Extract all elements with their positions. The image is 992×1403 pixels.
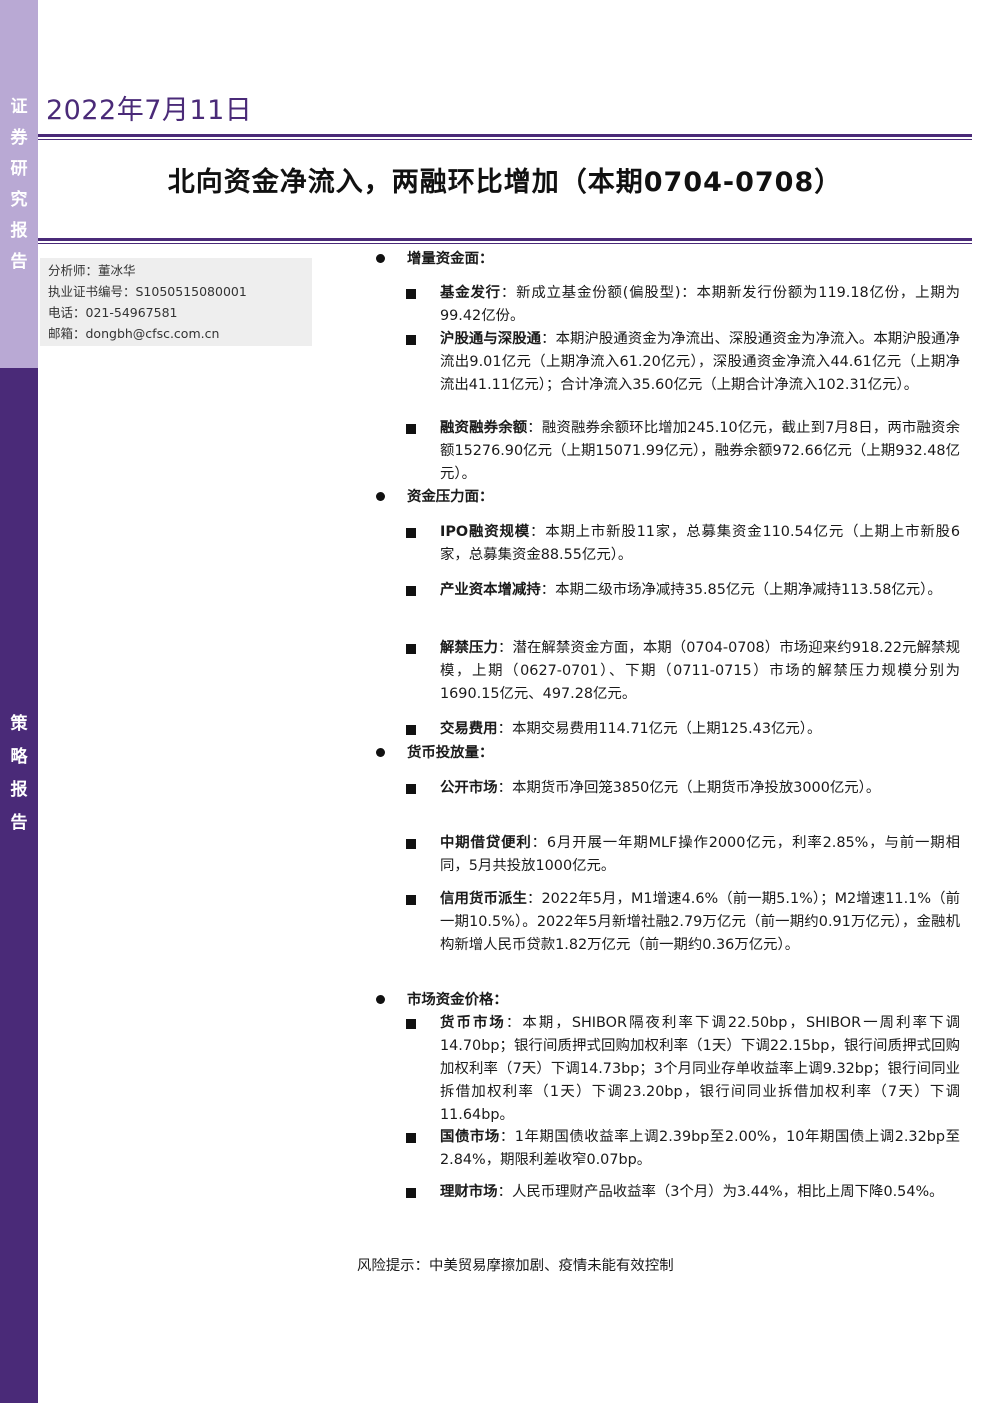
item-text: 本期，SHIBOR隔夜利率下调22.50bp，SHIBOR一周利率下调14.70… (440, 1015, 960, 1123)
sidebar-char: 略 (10, 747, 28, 767)
list-item: 沪股通与深股通：本期沪股通资金为净流出、深股通资金为净流入。本期沪股通净流出9.… (406, 328, 960, 397)
item-sep: ： (499, 1129, 515, 1145)
item-label: 基金发行 (440, 285, 501, 301)
item-sep: ： (529, 524, 546, 540)
item-label: 信用货币派生 (440, 891, 527, 907)
list-item: 产业资本增减持：本期二级市场净减持35.85亿元（上期净减持113.58亿元）。 (406, 579, 960, 602)
section-heading: 货币投放量： (370, 742, 493, 765)
item-text: 本期货币净回笼3850亿元（上期货币净投放3000亿元）。 (511, 780, 881, 796)
sidebar-char: 告 (10, 813, 28, 833)
title-divider-thin (38, 243, 972, 244)
item-sep: ： (497, 640, 513, 656)
analyst-email: 邮箱：dongbh@cfsc.com.cn (48, 326, 220, 341)
list-item: 融资融券余额：融资融券余额环比增加245.10亿元，截止到7月8日，两市融资余额… (406, 417, 960, 486)
section-heading: 市场资金价格： (370, 989, 508, 1012)
item-label: 公开市场 (440, 780, 498, 796)
round-bullet-icon (376, 491, 385, 501)
round-bullet-icon (376, 747, 385, 757)
sidebar-char: 策 (10, 714, 28, 734)
item-sep: ： (540, 582, 556, 598)
item-label: 交易费用 (440, 721, 498, 737)
section-heading: 资金压力面： (370, 486, 493, 509)
round-bullet-icon (376, 994, 385, 1004)
section-heading-text: 资金压力面： (407, 489, 494, 505)
round-bullet-icon (376, 253, 385, 263)
report-category-vertical-label: 策 略 报 告 (0, 708, 38, 840)
report-date: 2022年7月11日 (46, 95, 253, 126)
list-item: 货币市场：本期，SHIBOR隔夜利率下调22.50bp，SHIBOR一周利率下调… (406, 1012, 960, 1127)
square-bullet-icon (406, 839, 416, 849)
item-sep: ： (497, 1184, 512, 1200)
item-label: 沪股通与深股通 (440, 331, 542, 347)
section-heading-text: 市场资金价格： (407, 992, 508, 1008)
square-bullet-icon (406, 784, 416, 794)
square-bullet-icon (406, 1019, 416, 1029)
analyst-info-box: 分析师：董冰华 执业证书编号：S1050515080001 电话：021-549… (40, 258, 312, 346)
risk-warning: 风险提示：中美贸易摩擦加剧、疫情未能有效控制 (357, 1258, 674, 1274)
item-sep: ： (527, 420, 542, 436)
item-label: 理财市场 (440, 1184, 498, 1200)
sidebar-top-band: 证 券 研 究 报 告 (0, 0, 38, 368)
analyst-cert: 执业证书编号：S1050515080001 (48, 284, 247, 299)
square-bullet-icon (406, 1188, 416, 1198)
item-sep: ： (526, 891, 542, 907)
list-item: 信用货币派生：2022年5月，M1增速4.6%（前一期5.1%）；M2增速11.… (406, 888, 960, 957)
sidebar-char: 报 (10, 780, 28, 800)
item-label: 中期借贷便利 (440, 835, 532, 851)
analyst-name: 分析师：董冰华 (48, 263, 136, 278)
item-label: 国债市场 (440, 1129, 500, 1145)
sidebar-char: 报 (10, 221, 28, 241)
list-item: 基金发行：新成立基金份额(偏股型)：本期新发行份额为119.18亿份，上期为99… (406, 282, 960, 328)
section-heading: 增量资金面： (370, 248, 493, 271)
item-sep: ： (541, 331, 556, 347)
sidebar-char: 究 (10, 190, 28, 210)
list-item: 解禁压力：潜在解禁资金方面，本期（0704-0708）市场迎来约918.22元解… (406, 637, 960, 706)
square-bullet-icon (406, 895, 416, 905)
top-divider (38, 134, 972, 137)
item-text: 人民币理财产品收益率（3个月）为3.44%，相比上周下降0.54%。 (511, 1184, 944, 1200)
square-bullet-icon (406, 725, 416, 735)
square-bullet-icon (406, 424, 416, 434)
item-label: 货币市场 (440, 1015, 506, 1031)
square-bullet-icon (406, 335, 416, 345)
section-heading-text: 增量资金面： (407, 251, 494, 267)
sidebar-char: 证 (10, 97, 28, 117)
list-item: 交易费用：本期交易费用114.71亿元（上期125.43亿元）。 (406, 718, 960, 741)
item-sep: ： (505, 1015, 523, 1031)
list-item: 公开市场：本期货币净回笼3850亿元（上期货币净投放3000亿元）。 (406, 777, 960, 800)
item-sep: ： (497, 721, 512, 737)
item-label: 产业资本增减持 (440, 582, 541, 598)
sidebar-bottom-band: 策 略 报 告 (0, 368, 38, 1403)
top-divider-thin (38, 139, 972, 140)
square-bullet-icon (406, 528, 416, 538)
item-sep: ： (497, 780, 512, 796)
square-bullet-icon (406, 289, 416, 299)
report-title: 北向资金净流入，两融环比增加（本期0704-0708） (167, 167, 843, 198)
square-bullet-icon (406, 586, 416, 596)
item-text: 1年期国债收益率上调2.39bp至2.00%，10年期国债上调2.32bp至2.… (440, 1129, 960, 1168)
sidebar-char: 券 (10, 128, 28, 148)
item-sep: ： (500, 285, 517, 301)
list-item: 中期借贷便利：6月开展一年期MLF操作2000亿元，利率2.85%，与前一期相同… (406, 832, 960, 878)
list-item: 理财市场：人民币理财产品收益率（3个月）为3.44%，相比上周下降0.54%。 (406, 1181, 960, 1204)
square-bullet-icon (406, 1133, 416, 1143)
item-text: 本期二级市场净减持35.85亿元（上期净减持113.58亿元）。 (555, 582, 942, 598)
report-type-vertical-label: 证 券 研 究 报 告 (0, 92, 38, 278)
item-text: 潜在解禁资金方面，本期（0704-0708）市场迎来约918.22元解禁规模，上… (440, 640, 960, 702)
analyst-phone: 电话：021-54967581 (48, 305, 178, 320)
section-heading-text: 货币投放量： (407, 745, 494, 761)
list-item: 国债市场：1年期国债收益率上调2.39bp至2.00%，10年期国债上调2.32… (406, 1126, 960, 1172)
title-divider (38, 238, 972, 241)
square-bullet-icon (406, 644, 416, 654)
sidebar-char: 研 (10, 159, 28, 179)
item-text: 本期交易费用114.71亿元（上期125.43亿元）。 (511, 721, 822, 737)
item-label: 解禁压力 (440, 640, 498, 656)
item-label: IPO融资规模 (440, 524, 530, 540)
item-sep: ： (531, 835, 547, 851)
item-text: 新成立基金份额(偏股型)：本期新发行份额为119.18亿份，上期为99.42亿份… (440, 285, 960, 324)
item-label: 融资融券余额 (440, 420, 528, 436)
sidebar-char: 告 (10, 252, 28, 272)
list-item: IPO融资规模：本期上市新股11家，总募集资金110.54亿元（上期上市新股6家… (406, 521, 960, 567)
